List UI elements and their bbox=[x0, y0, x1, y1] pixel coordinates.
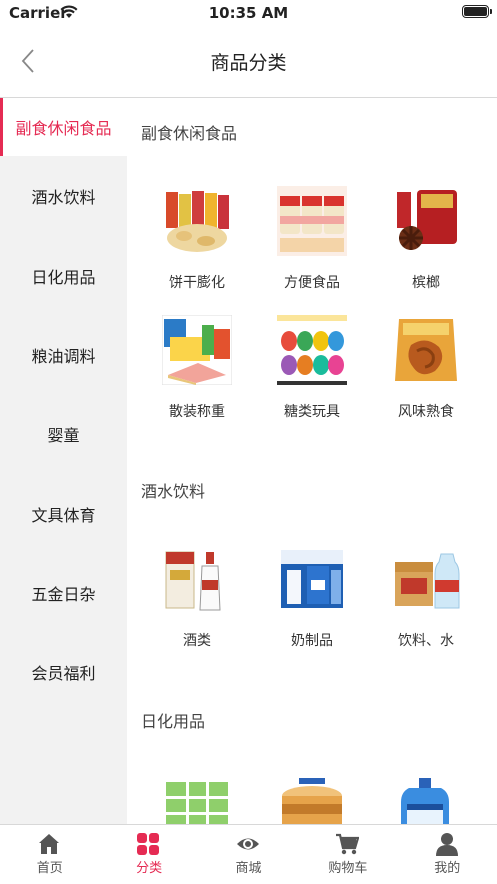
tab-cart[interactable]: 购物车 bbox=[298, 825, 397, 884]
detergent-image bbox=[391, 774, 461, 824]
status-bar: Carrier 10:35 AM bbox=[0, 0, 497, 26]
dairy-image bbox=[277, 544, 347, 614]
category-label: 方便食品 bbox=[284, 275, 340, 291]
tab-label: 分类 bbox=[136, 861, 163, 876]
instant-noodle-cups-image bbox=[277, 186, 347, 256]
category-sidebar: 副食休闲食品 酒水饮料 日化用品 粮油调料 婴童 文具体育 五金日杂 会员福利 bbox=[0, 98, 127, 824]
tab-label: 首页 bbox=[36, 861, 63, 876]
category-item[interactable]: 糖类玩具 bbox=[257, 315, 367, 425]
nav-bar: 商品分类 bbox=[0, 26, 497, 98]
cart-icon bbox=[336, 833, 360, 855]
section-title-snacks: 副食休闲食品 bbox=[141, 124, 238, 143]
snack-bags-image bbox=[162, 186, 232, 256]
cooked-food-image bbox=[391, 315, 461, 385]
eye-icon bbox=[236, 838, 259, 850]
status-time: 10:35 AM bbox=[208, 4, 289, 22]
bulk-cakes-image bbox=[162, 315, 232, 385]
category-item[interactable] bbox=[257, 774, 367, 824]
category-item[interactable]: 饮料、水 bbox=[371, 544, 481, 654]
sidebar-item-snacks[interactable]: 副食休闲食品 bbox=[0, 98, 127, 156]
section-title-daily-chemicals: 日化用品 bbox=[141, 712, 206, 731]
page-title: 商品分类 bbox=[210, 52, 287, 74]
battery-icon bbox=[462, 5, 492, 18]
home-icon bbox=[39, 834, 59, 854]
category-label: 饼干膨化 bbox=[169, 275, 225, 291]
category-item[interactable]: 散装称重 bbox=[142, 315, 252, 425]
category-label: 散装称重 bbox=[169, 404, 225, 420]
sidebar-item-baby[interactable]: 婴童 bbox=[0, 404, 127, 464]
section-title-drinks: 酒水饮料 bbox=[141, 482, 206, 501]
tab-bar: 首页 分类 商城 购物车 我的 bbox=[0, 824, 497, 883]
category-item[interactable]: 风味熟食 bbox=[371, 315, 481, 425]
tab-category[interactable]: 分类 bbox=[99, 825, 198, 884]
sidebar-item-drinks[interactable]: 酒水饮料 bbox=[0, 166, 127, 226]
sidebar-item-stationery-sports[interactable]: 文具体育 bbox=[0, 484, 127, 544]
category-item[interactable] bbox=[371, 774, 481, 824]
category-label: 槟榔 bbox=[412, 275, 440, 291]
tissue-image bbox=[162, 774, 232, 824]
tin-product-image bbox=[277, 774, 347, 824]
tab-mine[interactable]: 我的 bbox=[398, 825, 497, 884]
betel-nut-image bbox=[391, 186, 461, 256]
tab-mall[interactable]: 商城 bbox=[199, 825, 298, 884]
category-icon bbox=[137, 833, 160, 855]
sidebar-item-daily-chemicals[interactable]: 日化用品 bbox=[0, 246, 127, 306]
category-item[interactable] bbox=[142, 774, 252, 824]
category-label: 饮料、水 bbox=[398, 633, 454, 649]
category-item[interactable]: 槟榔 bbox=[371, 186, 481, 296]
liquor-image bbox=[162, 544, 232, 614]
category-label: 奶制品 bbox=[291, 633, 333, 649]
category-item[interactable]: 饼干膨化 bbox=[142, 186, 252, 296]
category-item[interactable]: 奶制品 bbox=[257, 544, 367, 654]
category-item[interactable]: 酒类 bbox=[142, 544, 252, 654]
sidebar-item-hardware[interactable]: 五金日杂 bbox=[0, 563, 127, 623]
tab-label: 商城 bbox=[235, 861, 262, 876]
tab-label: 购物车 bbox=[328, 861, 368, 876]
category-label: 糖类玩具 bbox=[284, 404, 340, 420]
sidebar-item-member-benefits[interactable]: 会员福利 bbox=[0, 642, 127, 702]
sidebar-item-grain-oil[interactable]: 粮油调料 bbox=[0, 325, 127, 385]
tab-home[interactable]: 首页 bbox=[0, 825, 99, 884]
category-content: 副食休闲食品 饼干膨化 方便食品 槟榔 散装称重 糖类玩具 风味熟食 酒水饮料 … bbox=[127, 98, 497, 824]
user-icon bbox=[435, 833, 458, 856]
category-item[interactable]: 方便食品 bbox=[257, 186, 367, 296]
candy-eggs-image bbox=[277, 315, 347, 385]
tab-label: 我的 bbox=[434, 861, 461, 876]
category-label: 酒类 bbox=[183, 633, 211, 649]
category-label: 风味熟食 bbox=[398, 404, 454, 420]
water-drinks-image bbox=[391, 544, 461, 614]
